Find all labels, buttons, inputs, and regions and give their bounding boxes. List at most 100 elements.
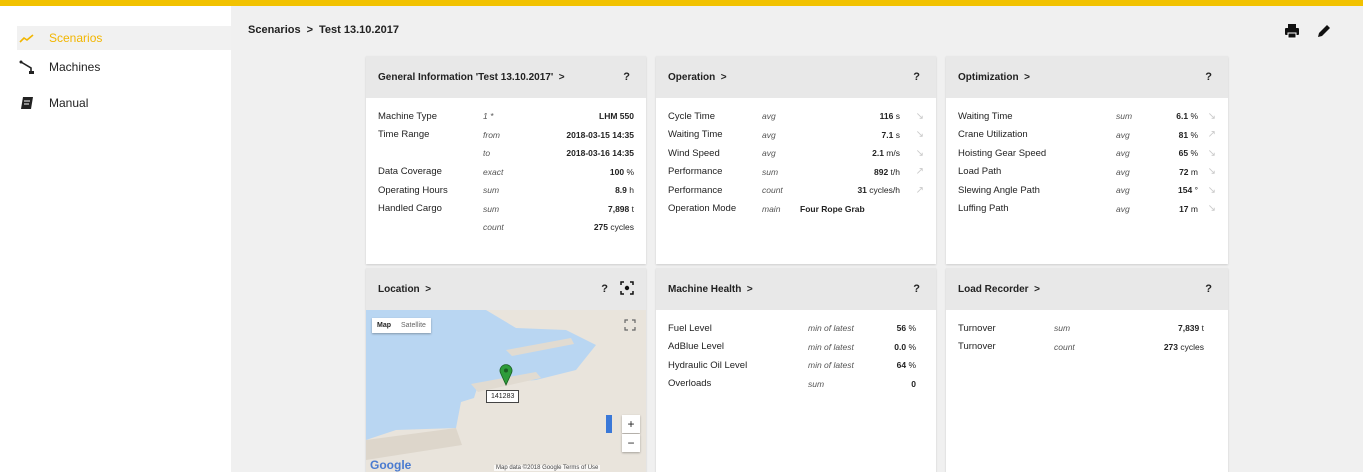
load-recorder-card: Load Recorder > ? Turnover sum 7,839 t Turn… <box>946 268 1228 472</box>
row-aggregation: min of latest <box>808 341 854 352</box>
row-label: Operating Hours <box>378 184 448 196</box>
operation-title[interactable]: Operation > <box>668 72 727 83</box>
row-label: Slewing Angle Path <box>958 184 1040 196</box>
row-aggregation: avg <box>1116 203 1130 214</box>
data-row: AdBlue Level min of latest 0.0 % <box>668 339 924 355</box>
help-icon[interactable]: ? <box>1205 283 1212 295</box>
data-row: Luffing Path avg 17 m ↘ <box>958 201 1216 217</box>
location-title[interactable]: Location > <box>378 284 431 295</box>
focus-center-icon[interactable] <box>620 281 634 298</box>
row-value: 65 % <box>1179 148 1198 158</box>
data-row: Handled Cargo sum 7,898 t <box>378 201 634 217</box>
row-aggregation: to <box>483 148 491 158</box>
row-aggregation: from <box>483 129 500 140</box>
row-value-unit: s <box>893 129 900 140</box>
breadcrumb-current: Test 13.10.2017 <box>319 24 399 36</box>
trend-down-icon: ↘ <box>915 129 924 140</box>
print-icon[interactable] <box>1284 23 1300 39</box>
sidebar-item-manual[interactable]: Manual <box>17 91 231 115</box>
fullscreen-icon[interactable] <box>624 318 636 336</box>
row-value-unit: % <box>906 323 916 333</box>
data-row: count 275 cycles <box>378 219 634 235</box>
machine-health-card: Machine Health > ? Fuel Level min of late… <box>656 268 936 472</box>
machine-health-title[interactable]: Machine Health > <box>668 284 753 295</box>
location-header: Location > ? <box>366 268 646 310</box>
location-map[interactable]: Map Satellite 141283 + − Google Map data… <box>366 310 646 472</box>
data-row: Turnover sum 7,839 t <box>958 320 1216 336</box>
row-value-unit: % <box>1188 148 1198 158</box>
crane-icon <box>17 59 37 75</box>
row-value-number: 2018-03-15 14:35 <box>566 129 634 140</box>
row-value: 0.0 % <box>894 342 916 352</box>
row-value: 72 m <box>1179 167 1198 177</box>
row-value: 116 s <box>880 111 900 121</box>
row-aggregation: avg <box>1116 166 1130 177</box>
row-value-number: 892 <box>874 166 889 177</box>
row-value: 56 % <box>897 323 916 333</box>
breadcrumb-root[interactable]: Scenarios <box>248 24 301 36</box>
row-aggregation: 1 * <box>483 111 494 121</box>
map-tab[interactable]: Map <box>372 318 396 333</box>
trending-up-icon <box>17 30 37 46</box>
row-value: 154 ° <box>1178 185 1198 195</box>
row-label: Fuel Level <box>668 322 712 334</box>
sidebar-item-machines[interactable]: Machines <box>17 55 231 79</box>
load-recorder-title[interactable]: Load Recorder > <box>958 284 1040 295</box>
data-row: Waiting Time sum 6.1 % ↘ <box>958 108 1216 124</box>
row-label: Overloads <box>668 378 712 389</box>
data-row: Wind Speed avg 2.1 m/s ↘ <box>668 145 924 161</box>
row-label: Turnover <box>958 322 996 334</box>
row-aggregation: sum <box>1054 323 1071 333</box>
satellite-tab[interactable]: Satellite <box>396 318 431 333</box>
row-value-unit: m <box>1188 166 1198 177</box>
optimization-card: Optimization > ? Waiting Time sum 6.1 % ↘ Cr… <box>946 56 1228 264</box>
help-icon[interactable]: ? <box>1205 71 1212 83</box>
row-label: Performance <box>668 166 723 177</box>
row-label: Load Path <box>958 166 1002 177</box>
help-icon[interactable]: ? <box>623 71 630 83</box>
data-row: Data Coverage exact 100 % <box>378 164 634 180</box>
sidebar-item-scenarios[interactable]: Scenarios <box>17 26 231 50</box>
data-row: Waiting Time avg 7.1 s ↘ <box>668 127 924 143</box>
row-aggregation: avg <box>762 148 776 158</box>
help-icon[interactable]: ? <box>913 283 920 295</box>
row-label: Operation Mode <box>668 203 737 214</box>
row-value-unit: % <box>906 341 916 352</box>
row-label: Hoisting Gear Speed <box>958 147 1047 159</box>
optimization-title[interactable]: Optimization > <box>958 72 1030 83</box>
row-aggregation: avg <box>762 111 776 121</box>
row-value-number: 8.9 <box>615 185 627 195</box>
row-aggregation: sum <box>762 166 779 177</box>
row-label: Wind Speed <box>668 147 720 159</box>
map-attribution[interactable]: Map data ©2018 Google Terms of Use <box>494 465 601 471</box>
general-info-title[interactable]: General Information 'Test 13.10.2017' > <box>378 72 565 83</box>
row-value-number: 7.1 <box>881 129 894 140</box>
row-value-number: 7,898 <box>607 203 630 214</box>
row-value-number: 2.1 <box>872 148 884 158</box>
row-value: 892 t/h <box>874 167 900 177</box>
zoom-out-button[interactable]: − <box>622 434 640 452</box>
row-aggregation: count <box>1054 341 1075 352</box>
row-label: Turnover <box>958 341 996 352</box>
data-row: Operation Mode main Four Rope Grab <box>668 201 924 217</box>
row-value-unit: % <box>1188 129 1198 140</box>
row-value: 273 cycles <box>1164 342 1204 352</box>
row-value: 8.9 h <box>615 185 634 195</box>
book-icon <box>17 95 37 111</box>
row-aggregation: min of latest <box>808 323 854 333</box>
trend-up-icon: ↗ <box>915 166 924 177</box>
row-value-number: 7,839 <box>1177 323 1200 333</box>
edit-icon[interactable] <box>1316 23 1332 39</box>
data-row: Load Path avg 72 m ↘ <box>958 164 1216 180</box>
row-value-number: 0.0 <box>894 341 907 352</box>
row-value: 64 % <box>897 360 916 370</box>
help-icon[interactable]: ? <box>913 71 920 83</box>
help-icon[interactable]: ? <box>601 283 608 295</box>
row-value-unit: % <box>906 360 916 370</box>
row-aggregation: main <box>762 203 781 214</box>
map-pin-icon[interactable] <box>499 364 513 391</box>
row-value-unit: t/h <box>888 166 900 177</box>
row-label: Waiting Time <box>958 110 1013 122</box>
zoom-in-button[interactable]: + <box>622 415 640 433</box>
data-row: Cycle Time avg 116 s ↘ <box>668 108 924 124</box>
